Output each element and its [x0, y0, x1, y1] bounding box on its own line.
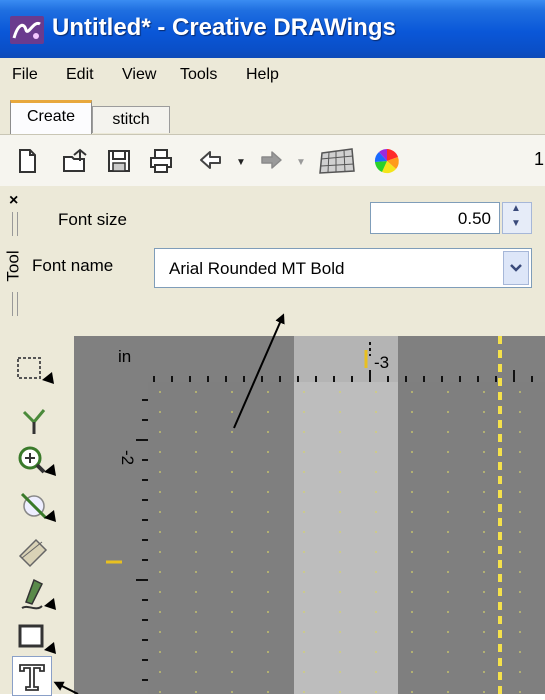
annotation-arrow-text-tool: [53, 681, 79, 694]
annotation-overlay: [53, 313, 285, 694]
annotation-arrow-font-name: [233, 313, 285, 429]
